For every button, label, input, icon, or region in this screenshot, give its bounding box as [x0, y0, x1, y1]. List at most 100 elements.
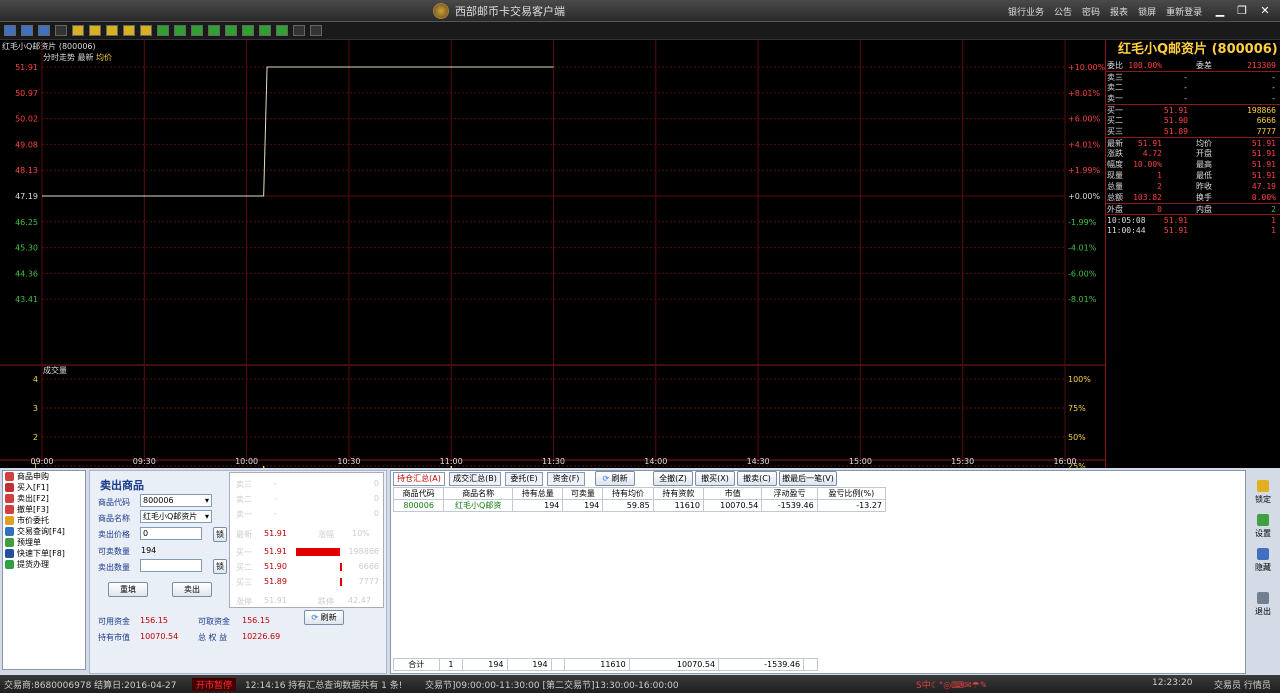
quote-cell: 213309 — [1247, 61, 1276, 70]
menu-notice[interactable]: 公告 — [1054, 5, 1072, 18]
indicator-6-icon[interactable] — [242, 25, 254, 36]
nav-item[interactable]: 市价委托 — [3, 515, 85, 526]
lock-action[interactable]: 锁定 — [1248, 480, 1278, 505]
menu-bank[interactable]: 银行业务 — [1008, 5, 1044, 18]
cancel-buy-button[interactable]: 撤买(X) — [695, 471, 735, 486]
x-tick-label: 14:00 — [644, 457, 667, 466]
cancel-sell-button[interactable]: 撤卖(C) — [737, 471, 777, 486]
nav-item[interactable]: 预埋单 — [3, 537, 85, 548]
quote-cell: 总量 — [1107, 182, 1123, 191]
nav-item[interactable]: 快速下单[F8] — [3, 548, 85, 559]
menu-relogin[interactable]: 重新登录 — [1166, 5, 1202, 18]
indicator-4-icon[interactable] — [208, 25, 220, 36]
quote-cell: 现量 — [1107, 171, 1123, 180]
name-select[interactable]: 红毛小Q邮资片 ▾ — [140, 510, 212, 523]
menu-report[interactable]: 报表 — [1110, 5, 1128, 18]
table-cell: 194 — [562, 499, 604, 512]
app-logo-icon — [433, 3, 449, 19]
book-label: 跌停 — [318, 597, 334, 606]
hide-action[interactable]: 隐藏 — [1248, 548, 1278, 573]
book-label: 卖一 — [236, 510, 252, 519]
pct-tick-label: +8.01% — [1068, 89, 1101, 98]
nav-item[interactable]: 卖出[F2] — [3, 493, 85, 504]
doc-icon[interactable] — [55, 25, 67, 36]
indicator-8-icon[interactable] — [276, 25, 288, 36]
positions-refresh-button[interactable]: ⟳ 刷新 — [595, 471, 635, 486]
sell-button[interactable]: 卖出 — [172, 582, 212, 597]
quote-cell: 6666 — [1256, 116, 1276, 125]
code-select[interactable]: 800006 ▾ — [140, 494, 212, 507]
price-lock-button[interactable]: 锁 — [213, 527, 227, 542]
close-button[interactable]: ✕ — [1256, 3, 1274, 18]
table-header-cell: 市值 — [703, 487, 763, 500]
quote-cell: 昨收 — [1196, 182, 1212, 191]
tab-trades[interactable]: 成交汇总(B) — [449, 472, 501, 486]
indicator-7-icon[interactable] — [259, 25, 271, 36]
total-cell: -1539.46 — [718, 658, 805, 671]
period-2-icon[interactable] — [89, 25, 101, 36]
table-header-cell: 持有均价 — [602, 487, 654, 500]
status-market-state: 开市暂停 — [192, 678, 237, 691]
tab-positions[interactable]: 持仓汇总(A) — [393, 472, 445, 486]
period-1-icon[interactable] — [72, 25, 84, 36]
candle-icon[interactable] — [38, 25, 50, 36]
restore-button[interactable]: ❐ — [1233, 3, 1251, 18]
total-cell: 10070.54 — [628, 658, 720, 671]
chart-line-icon[interactable] — [21, 25, 33, 36]
x-tick-label: 11:30 — [542, 457, 565, 466]
nav-item[interactable]: 商品申购 — [3, 471, 85, 482]
minimize-button[interactable]: ▁ — [1211, 3, 1229, 18]
y-tick-label: 49.08 — [15, 140, 38, 149]
print-icon[interactable] — [293, 25, 305, 36]
tab-orders[interactable]: 委托(E) — [505, 472, 543, 486]
period-4-icon[interactable] — [123, 25, 135, 36]
book-label: 卖二 — [236, 495, 252, 504]
ime-icon[interactable]: S中☾°◎⌨✉☂✎ — [916, 678, 987, 691]
exit-action[interactable]: 退出 — [1248, 592, 1278, 617]
table-row[interactable]: 800006 红毛小Q邮资 194 194 59.85 11610 10070.54 -153… — [392, 499, 887, 512]
status-session: 交易节]09:00:00-11:30:00 [第二交易节]13:30:00-16… — [425, 681, 679, 691]
table-cell: 11610 — [652, 499, 705, 512]
cancel-all-button[interactable]: 全撤(Z) — [653, 471, 693, 486]
indicator-1-icon[interactable] — [157, 25, 169, 36]
refresh-icon: ⟳ — [311, 613, 319, 622]
gear-icon[interactable] — [310, 25, 322, 36]
price-input[interactable]: 0 — [140, 527, 202, 540]
indicator-5-icon[interactable] — [225, 25, 237, 36]
book-change: 10% — [352, 529, 370, 538]
form-refresh-button[interactable]: ⟳ 刷新 — [304, 610, 344, 625]
nav-item[interactable]: 买入[F1] — [3, 482, 85, 493]
status-role: 交易员 行情员 — [1214, 681, 1271, 691]
quote-cell: 卖二 — [1107, 83, 1123, 92]
settings-action[interactable]: 设置 — [1248, 514, 1278, 539]
nav-icon — [5, 483, 14, 492]
quote-cell: 51.91 — [1251, 160, 1276, 169]
quote-cell: 开盘 — [1196, 149, 1212, 158]
indicator-3-icon[interactable] — [191, 25, 203, 36]
period-3-icon[interactable] — [106, 25, 118, 36]
menu-lock[interactable]: 锁屏 — [1138, 5, 1156, 18]
price-chart[interactable]: 红毛小Q邮资片 (800006) 分时走势 最新 均价 51.91 +10.00% 50.… — [0, 40, 1106, 505]
menu-password[interactable]: 密码 — [1082, 5, 1100, 18]
cancel-last-button[interactable]: 撤最后一笔(V) — [779, 471, 837, 486]
chart-bar-icon[interactable] — [4, 25, 16, 36]
nav-label: 快速下单[F8] — [17, 549, 65, 558]
qty-input[interactable] — [140, 559, 202, 572]
qty-lock-button[interactable]: 锁 — [213, 559, 227, 574]
tab-funds[interactable]: 资金(F) — [547, 472, 585, 486]
form-refresh-label: 刷新 — [320, 613, 337, 622]
nav-item[interactable]: 撤单[F3] — [3, 504, 85, 515]
total-cell: 合计 — [393, 658, 440, 671]
pct-tick-label: -6.00% — [1068, 269, 1097, 278]
indicator-2-icon[interactable] — [174, 25, 186, 36]
gear-icon — [1257, 514, 1269, 526]
vol-pct-label: 50% — [1068, 433, 1086, 442]
quote-cell: - — [1271, 94, 1276, 103]
quote-cell: 1 — [1271, 226, 1276, 235]
reset-button[interactable]: 重填 — [108, 582, 148, 597]
nav-item[interactable]: 提货办理 — [3, 559, 85, 570]
period-5-icon[interactable] — [140, 25, 152, 36]
nav-item[interactable]: 交易查询[F4] — [3, 526, 85, 537]
qty-label: 卖出数量 — [98, 563, 130, 572]
nav-label: 卖出[F2] — [17, 494, 49, 503]
